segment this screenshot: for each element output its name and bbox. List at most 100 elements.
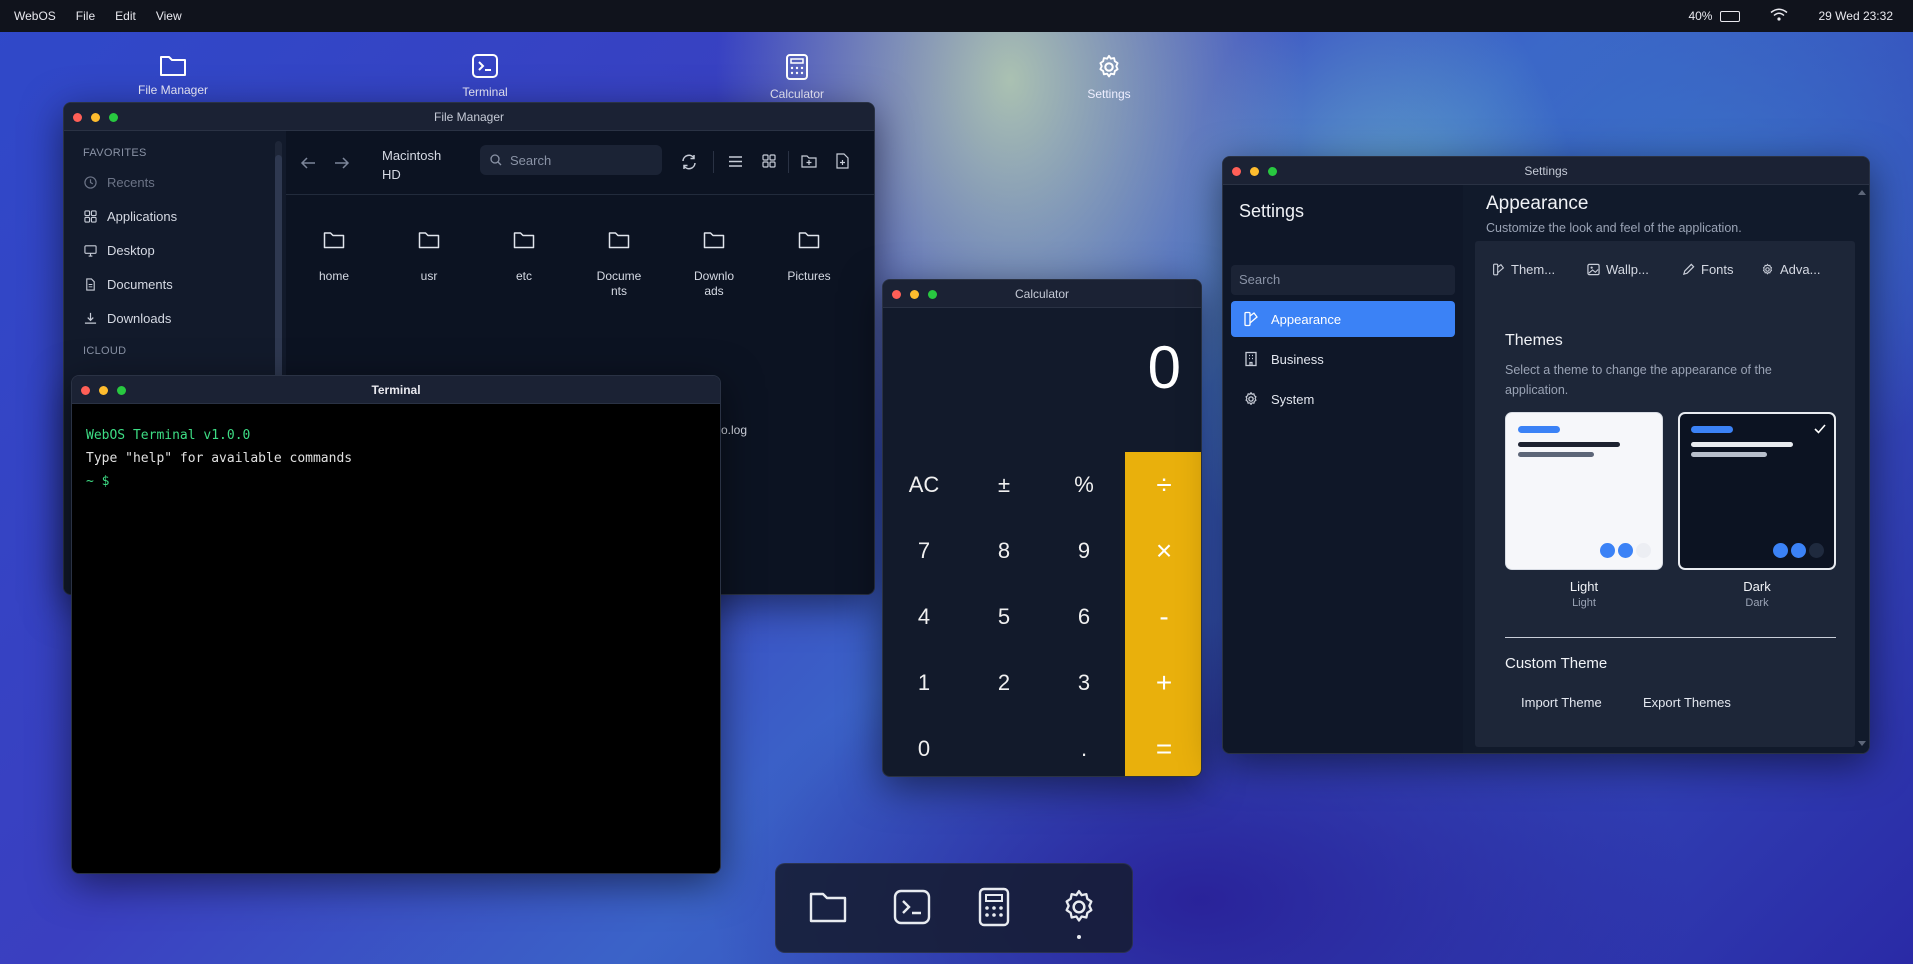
calc-key-1[interactable]: 1 <box>885 650 963 716</box>
file-search-input[interactable]: Search <box>480 145 662 175</box>
calc-key-plus-minus[interactable]: ± <box>965 452 1043 518</box>
minimize-button[interactable] <box>91 113 100 122</box>
grid-view-icon[interactable] <box>762 154 776 168</box>
theme-preview-dot <box>1773 543 1788 558</box>
calc-key-5[interactable]: 5 <box>965 584 1043 650</box>
sidebar-item-applications[interactable]: Applications <box>64 199 286 233</box>
desktop-icon-settings[interactable]: Settings <box>1064 53 1154 101</box>
scroll-down-icon[interactable] <box>1858 741 1866 747</box>
wifi-icon[interactable] <box>1770 8 1788 24</box>
calculator-titlebar[interactable]: Calculator <box>883 280 1201 308</box>
clock[interactable]: 29 Wed 23:32 <box>1818 9 1893 23</box>
calculator-icon[interactable] <box>978 887 1010 927</box>
minimize-button[interactable] <box>99 386 108 395</box>
themes-header: Themes <box>1505 332 1563 349</box>
minimize-button[interactable] <box>1250 167 1259 176</box>
sidebar-scrollbar[interactable] <box>275 141 282 401</box>
settings-nav-business[interactable]: Business <box>1231 341 1455 377</box>
terminal-titlebar[interactable]: Terminal <box>72 376 720 404</box>
folder-icon <box>513 232 535 249</box>
new-file-icon[interactable] <box>836 153 849 169</box>
file-manager-toolbar: Macintosh HD Search <box>286 131 874 195</box>
list-view-icon[interactable] <box>728 155 743 168</box>
tab-themes[interactable]: Them... <box>1492 262 1555 277</box>
minimize-button[interactable] <box>910 290 919 299</box>
settings-nav-appearance[interactable]: Appearance <box>1231 301 1455 337</box>
sidebar-item-desktop[interactable]: Desktop <box>64 233 286 267</box>
calc-key-6[interactable]: 6 <box>1045 584 1123 650</box>
maximize-button[interactable] <box>109 113 118 122</box>
close-button[interactable] <box>892 290 901 299</box>
export-themes-button[interactable]: Export Themes <box>1643 695 1731 710</box>
theme-preview-accent <box>1691 426 1733 433</box>
refresh-icon[interactable] <box>680 153 698 171</box>
gear-icon[interactable] <box>1059 887 1099 927</box>
folder-item[interactable]: Docume nts <box>579 231 659 299</box>
theme-card-light[interactable] <box>1505 412 1663 570</box>
maximize-button[interactable] <box>1268 167 1277 176</box>
menu-file[interactable]: File <box>76 9 95 23</box>
folder-item[interactable]: Downlo ads <box>674 231 754 299</box>
close-button[interactable] <box>81 386 90 395</box>
menu-view[interactable]: View <box>156 9 182 23</box>
calculator-display: 0 <box>1147 334 1181 401</box>
scroll-up-icon[interactable] <box>1858 189 1866 195</box>
calc-key-percent[interactable]: % <box>1045 452 1123 518</box>
menu-edit[interactable]: Edit <box>115 9 136 23</box>
scrollbar-thumb[interactable] <box>275 155 282 395</box>
forward-arrow-icon[interactable] <box>334 156 350 170</box>
close-button[interactable] <box>1232 167 1241 176</box>
desktop-icon-calculator[interactable]: Calculator <box>752 53 842 101</box>
terminal-output[interactable]: WebOS Terminal v1.0.0 Type "help" for av… <box>72 404 720 873</box>
calc-key-decimal[interactable]: . <box>1045 716 1123 776</box>
theme-label-dark: Dark Dark <box>1743 579 1771 609</box>
tab-wallpaper[interactable]: Wallp... <box>1587 262 1649 277</box>
close-button[interactable] <box>73 113 82 122</box>
folder-icon <box>418 232 440 249</box>
tab-advanced[interactable]: Adva... <box>1761 262 1820 277</box>
desktop-icon-file-manager[interactable]: File Manager <box>128 53 218 97</box>
calc-key-4[interactable]: 4 <box>885 584 963 650</box>
calc-key-add[interactable]: + <box>1125 650 1201 716</box>
menu-app-name[interactable]: WebOS <box>14 9 56 23</box>
sidebar-item-documents[interactable]: Documents <box>64 267 286 301</box>
calc-key-subtract[interactable]: - <box>1125 584 1201 650</box>
import-theme-button[interactable]: Import Theme <box>1521 695 1602 710</box>
calc-key-9[interactable]: 9 <box>1045 518 1123 584</box>
new-folder-icon[interactable] <box>801 154 817 168</box>
folder-item[interactable]: Pictures <box>769 231 849 284</box>
back-arrow-icon[interactable] <box>300 156 316 170</box>
tab-fonts[interactable]: Fonts <box>1682 262 1734 277</box>
calc-key-equals[interactable]: = <box>1125 716 1201 776</box>
folder-item[interactable]: etc <box>484 231 564 284</box>
folder-icon[interactable] <box>808 890 848 924</box>
maximize-button[interactable] <box>928 290 937 299</box>
settings-titlebar[interactable]: Settings <box>1223 157 1869 185</box>
terminal-line: Type "help" for available commands <box>86 451 353 466</box>
theme-card-dark[interactable] <box>1678 412 1836 570</box>
settings-search-input[interactable]: Search <box>1231 265 1455 295</box>
sidebar-item-recents[interactable]: Recents <box>64 165 286 199</box>
calc-key-0[interactable]: 0 <box>885 716 963 776</box>
calc-key-8[interactable]: 8 <box>965 518 1043 584</box>
folder-item[interactable]: home <box>294 231 374 284</box>
calc-key-2[interactable]: 2 <box>965 650 1043 716</box>
calc-key-divide[interactable]: ÷ <box>1125 452 1201 518</box>
battery-status[interactable]: 40% <box>1688 9 1741 23</box>
desktop-icon-terminal[interactable]: Terminal <box>440 53 530 99</box>
palette-icon <box>1493 263 1505 276</box>
folder-item[interactable]: usr <box>389 231 469 284</box>
location-label[interactable]: Macintosh HD <box>382 146 441 184</box>
maximize-button[interactable] <box>117 386 126 395</box>
file-manager-titlebar[interactable]: File Manager <box>64 103 874 131</box>
settings-scrollbar[interactable] <box>1858 189 1866 747</box>
settings-nav-system[interactable]: System <box>1231 381 1455 417</box>
calc-key-clear[interactable]: AC <box>885 452 963 518</box>
theme-preview-dot <box>1809 543 1824 558</box>
calc-key-multiply[interactable]: × <box>1125 518 1201 584</box>
calc-key-3[interactable]: 3 <box>1045 650 1123 716</box>
terminal-icon[interactable] <box>893 889 931 925</box>
calc-key-7[interactable]: 7 <box>885 518 963 584</box>
file-item-log[interactable]: o.log <box>721 423 747 437</box>
sidebar-item-downloads[interactable]: Downloads <box>64 301 286 335</box>
